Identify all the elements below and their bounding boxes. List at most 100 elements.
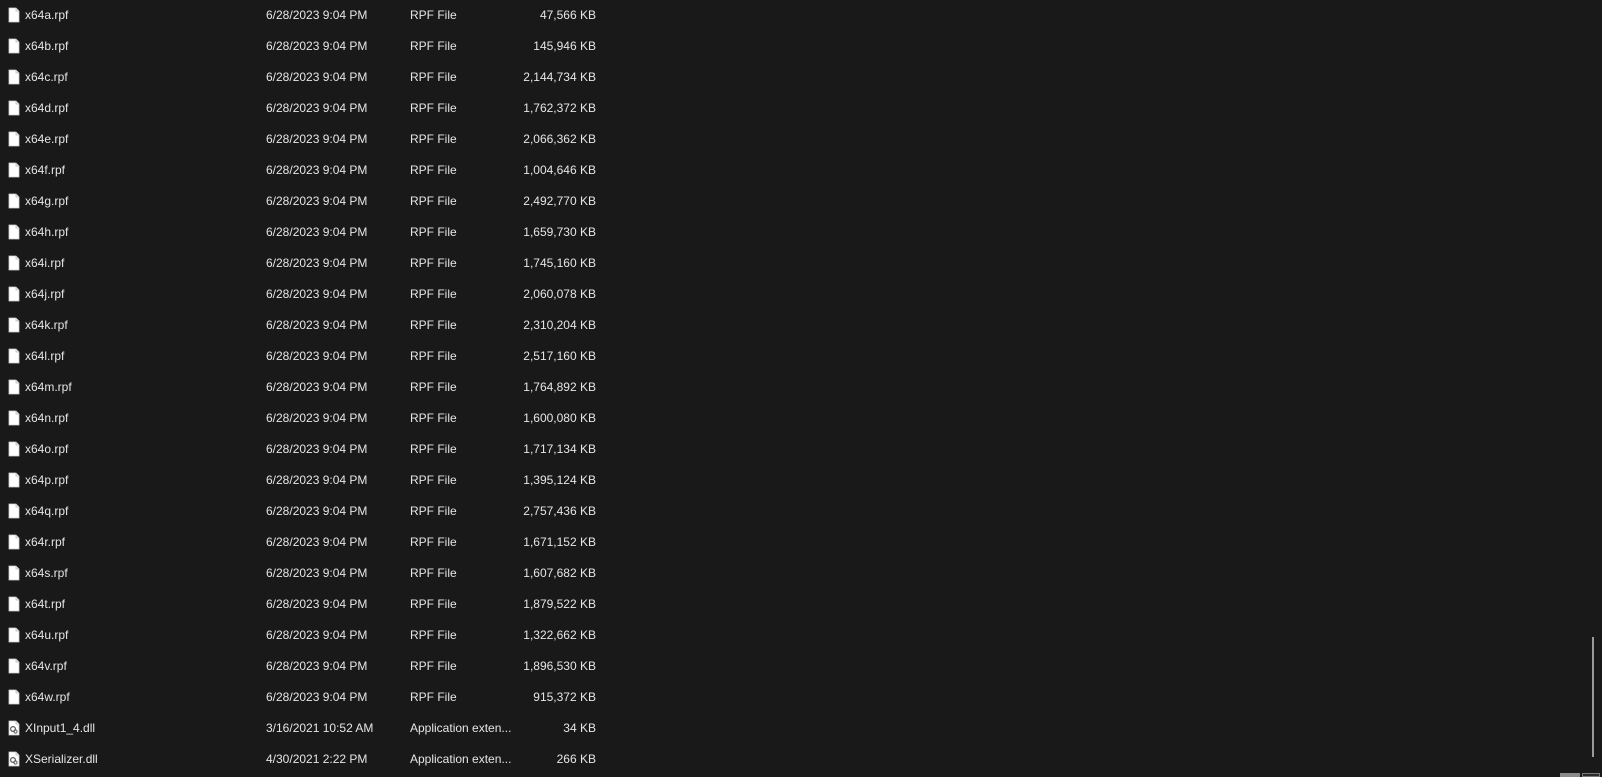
file-date-modified: 6/28/2023 9:04 PM	[266, 101, 368, 115]
file-date-modified: 6/28/2023 9:04 PM	[266, 256, 368, 270]
file-date-modified: 6/28/2023 9:04 PM	[266, 659, 368, 673]
file-row[interactable]: x64q.rpf 6/28/2023 9:04 PM RPF File 2,757,4…	[0, 496, 600, 527]
file-size: 1,762,372 KB	[523, 101, 596, 115]
file-date-modified: 6/28/2023 9:04 PM	[266, 8, 368, 22]
file-date-modified: 4/30/2021 2:22 PM	[266, 752, 368, 766]
file-date-modified: 6/28/2023 9:04 PM	[266, 287, 368, 301]
file-row[interactable]: x64s.rpf 6/28/2023 9:04 PM RPF File 1,607,6…	[0, 558, 600, 589]
file-name: x64i.rpf	[25, 256, 65, 270]
file-type: RPF File	[410, 659, 457, 673]
blank-file-icon	[8, 379, 20, 395]
file-row[interactable]: x64p.rpf 6/28/2023 9:04 PM RPF File 1,395,1…	[0, 465, 600, 496]
file-row[interactable]: x64n.rpf 6/28/2023 9:04 PM RPF File 1,600,0…	[0, 403, 600, 434]
file-date-modified: 3/16/2021 10:52 AM	[266, 721, 374, 735]
blank-file-icon	[8, 100, 20, 116]
file-type: RPF File	[410, 101, 457, 115]
file-row[interactable]: x64g.rpf 6/28/2023 9:04 PM RPF File 2,492,7…	[0, 186, 600, 217]
file-name: x64k.rpf	[25, 318, 68, 332]
file-type: Application exten...	[410, 752, 512, 766]
file-type: RPF File	[410, 70, 457, 84]
blank-file-icon	[8, 69, 20, 85]
file-row[interactable]: x64b.rpf 6/28/2023 9:04 PM RPF File 145,946…	[0, 31, 600, 62]
dll-file-icon	[8, 751, 20, 767]
file-date-modified: 6/28/2023 9:04 PM	[266, 194, 368, 208]
file-size: 1,764,892 KB	[523, 380, 596, 394]
file-size: 1,671,152 KB	[523, 535, 596, 549]
file-row[interactable]: x64f.rpf 6/28/2023 9:04 PM RPF File 1,004,6…	[0, 155, 600, 186]
file-date-modified: 6/28/2023 9:04 PM	[266, 535, 368, 549]
file-row[interactable]: x64h.rpf 6/28/2023 9:04 PM RPF File 1,659,7…	[0, 217, 600, 248]
file-size: 2,066,362 KB	[523, 132, 596, 146]
file-row[interactable]: x64k.rpf 6/28/2023 9:04 PM RPF File 2,310,2…	[0, 310, 600, 341]
file-row[interactable]: x64l.rpf 6/28/2023 9:04 PM RPF File 2,517,1…	[0, 341, 600, 372]
file-size: 2,517,160 KB	[523, 349, 596, 363]
file-size: 266 KB	[556, 752, 596, 766]
file-type: RPF File	[410, 628, 457, 642]
file-row[interactable]: x64c.rpf 6/28/2023 9:04 PM RPF File 2,144,7…	[0, 62, 600, 93]
file-type: RPF File	[410, 442, 457, 456]
file-date-modified: 6/28/2023 9:04 PM	[266, 380, 368, 394]
file-name: x64b.rpf	[25, 39, 69, 53]
file-row[interactable]: x64j.rpf 6/28/2023 9:04 PM RPF File 2,060,0…	[0, 279, 600, 310]
file-row[interactable]: x64v.rpf 6/28/2023 9:04 PM RPF File 1,896,5…	[0, 651, 600, 682]
file-name: x64u.rpf	[25, 628, 69, 642]
blank-file-icon	[8, 255, 20, 271]
file-row[interactable]: x64w.rpf 6/28/2023 9:04 PM RPF File 915,372…	[0, 682, 600, 713]
file-name: x64f.rpf	[25, 163, 66, 177]
file-name: x64v.rpf	[25, 659, 67, 673]
blank-file-icon	[8, 131, 20, 147]
file-size: 915,372 KB	[533, 690, 596, 704]
file-date-modified: 6/28/2023 9:04 PM	[266, 504, 368, 518]
file-date-modified: 6/28/2023 9:04 PM	[266, 225, 368, 239]
file-row[interactable]: x64e.rpf 6/28/2023 9:04 PM RPF File 2,066,3…	[0, 124, 600, 155]
file-size: 1,659,730 KB	[523, 225, 596, 239]
file-row[interactable]: x64a.rpf 6/28/2023 9:04 PM RPF File 47,566 …	[0, 0, 600, 31]
file-date-modified: 6/28/2023 9:04 PM	[266, 411, 368, 425]
file-type: RPF File	[410, 690, 457, 704]
file-row[interactable]: x64d.rpf 6/28/2023 9:04 PM RPF File 1,762,3…	[0, 93, 600, 124]
file-date-modified: 6/28/2023 9:04 PM	[266, 690, 368, 704]
file-row[interactable]: XSerializer.dll 4/30/2021 2:22 PM Applicat…	[0, 744, 600, 775]
file-list: x64a.rpf 6/28/2023 9:04 PM RPF File 47,566 …	[0, 0, 1580, 775]
file-size: 2,310,204 KB	[523, 318, 596, 332]
file-type: RPF File	[410, 225, 457, 239]
file-row[interactable]: x64t.rpf 6/28/2023 9:04 PM RPF File 1,879,5…	[0, 589, 600, 620]
file-name: x64m.rpf	[25, 380, 72, 394]
file-explorer-view: x64a.rpf 6/28/2023 9:04 PM RPF File 47,566 …	[0, 0, 1602, 777]
file-name: x64n.rpf	[25, 411, 69, 425]
file-row[interactable]: XInput1_4.dll 3/16/2021 10:52 AM Applicati…	[0, 713, 600, 744]
file-size: 1,607,682 KB	[523, 566, 596, 580]
view-tiles-toggle-icon[interactable]	[1582, 773, 1600, 777]
file-size: 145,946 KB	[533, 39, 596, 53]
view-details-toggle-icon[interactable]	[1560, 773, 1580, 777]
file-row[interactable]: x64r.rpf 6/28/2023 9:04 PM RPF File 1,671,1…	[0, 527, 600, 558]
file-row[interactable]: x64m.rpf 6/28/2023 9:04 PM RPF File 1,764,8…	[0, 372, 600, 403]
file-row[interactable]: x64u.rpf 6/28/2023 9:04 PM RPF File 1,322,6…	[0, 620, 600, 651]
file-date-modified: 6/28/2023 9:04 PM	[266, 39, 368, 53]
file-row[interactable]: x64i.rpf 6/28/2023 9:04 PM RPF File 1,745,1…	[0, 248, 600, 279]
vertical-scrollbar[interactable]	[1584, 0, 1602, 777]
blank-file-icon	[8, 689, 20, 705]
blank-file-icon	[8, 38, 20, 54]
file-name: XInput1_4.dll	[25, 721, 96, 735]
file-date-modified: 6/28/2023 9:04 PM	[266, 163, 368, 177]
file-type: RPF File	[410, 566, 457, 580]
scrollbar-thumb[interactable]	[1592, 637, 1594, 757]
file-type: RPF File	[410, 256, 457, 270]
file-name: x64w.rpf	[25, 690, 70, 704]
file-name: x64o.rpf	[25, 442, 69, 456]
blank-file-icon	[8, 596, 20, 612]
blank-file-icon	[8, 534, 20, 550]
blank-file-icon	[8, 565, 20, 581]
file-type: Application exten...	[410, 721, 512, 735]
file-name: x64e.rpf	[25, 132, 69, 146]
file-name: x64a.rpf	[25, 8, 69, 22]
blank-file-icon	[8, 441, 20, 457]
file-name: x64q.rpf	[25, 504, 69, 518]
file-type: RPF File	[410, 132, 457, 146]
file-row[interactable]: x64o.rpf 6/28/2023 9:04 PM RPF File 1,717,1…	[0, 434, 600, 465]
file-type: RPF File	[410, 39, 457, 53]
file-size: 47,566 KB	[539, 8, 596, 22]
file-size: 1,004,646 KB	[523, 163, 596, 177]
file-date-modified: 6/28/2023 9:04 PM	[266, 132, 368, 146]
